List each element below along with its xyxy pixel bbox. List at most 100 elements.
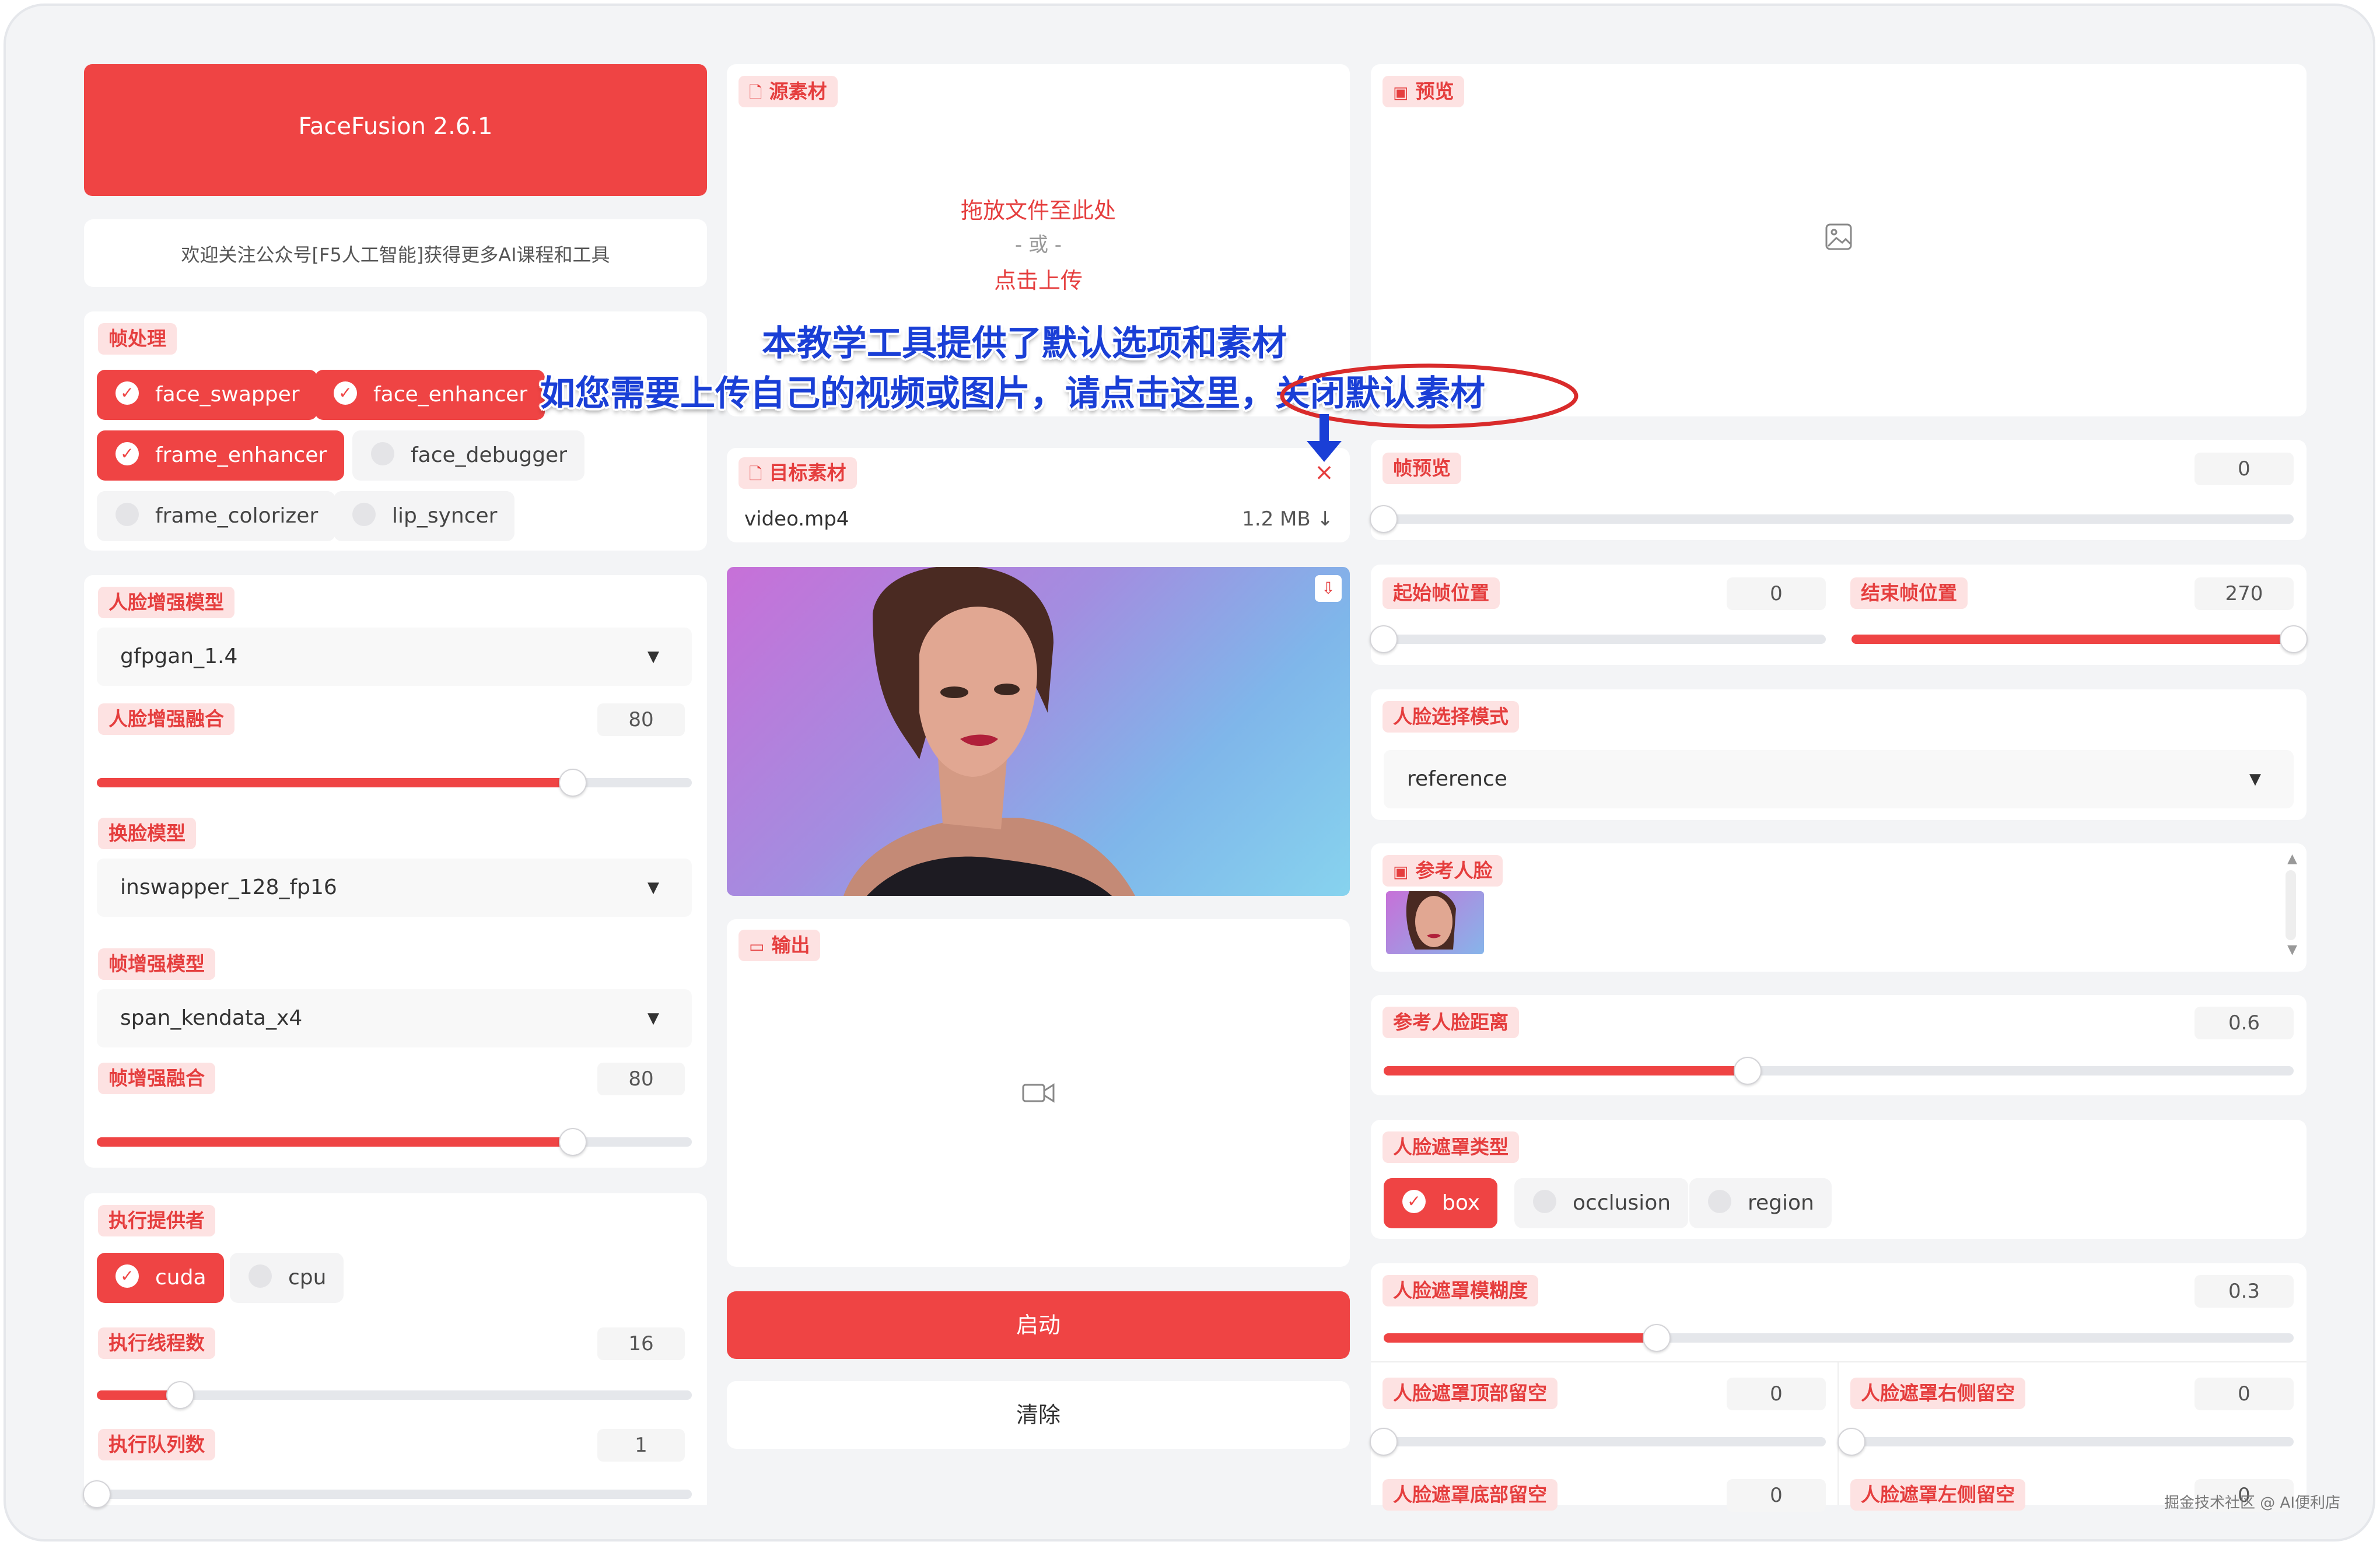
execution-queue-slider[interactable]: [83, 1480, 692, 1508]
slider-handle[interactable]: [559, 1128, 587, 1156]
app-title: FaceFusion 2.6.1: [298, 113, 493, 140]
scroll-down-icon[interactable]: ▼: [2287, 943, 2297, 957]
frame-enhancer-blend-value[interactable]: 80: [597, 1063, 685, 1095]
face-mask-padding-right-value[interactable]: 0: [2194, 1378, 2294, 1410]
frame-preview-value[interactable]: 0: [2194, 453, 2294, 485]
watermark: 掘金技术社区 @ AI便利店: [2164, 1494, 2340, 1512]
trim-start-label: 起始帧位置: [1382, 577, 1500, 609]
trim-start-value[interactable]: 0: [1727, 577, 1826, 610]
target-file-size[interactable]: 1.2 MB ↓: [1242, 507, 1334, 531]
face-mask-padding-bottom-value[interactable]: 0: [1727, 1479, 1826, 1512]
frame-enhancer-blend-slider[interactable]: [97, 1128, 692, 1156]
face-mask-padding-top-label: 人脸遮罩顶部留空: [1382, 1378, 1558, 1409]
scrollbar-track[interactable]: [2286, 870, 2296, 940]
execution-queue-value[interactable]: 1: [597, 1429, 685, 1462]
slider-handle[interactable]: [1370, 1428, 1398, 1456]
trim-end-value[interactable]: 270: [2194, 577, 2294, 610]
checkbox-occlusion[interactable]: occlusion: [1514, 1178, 1689, 1228]
unchecked-icon: [116, 503, 139, 526]
slider-handle[interactable]: [166, 1381, 194, 1409]
reference-face-panel: ▣ 参考人脸 ▲ ▼: [1371, 843, 2306, 972]
slider-handle[interactable]: [2280, 625, 2308, 653]
reference-face-thumbnail[interactable]: [1386, 891, 1484, 954]
checkbox-box[interactable]: ✓ box: [1384, 1178, 1498, 1228]
execution-threads-label: 执行线程数: [98, 1327, 215, 1359]
checkbox-face-enhancer[interactable]: ✓ face_enhancer: [315, 370, 545, 420]
checkbox-region[interactable]: region: [1689, 1178, 1832, 1228]
target-label: 🗋 目标素材: [738, 457, 857, 489]
checkbox-frame-enhancer[interactable]: ✓ frame_enhancer: [97, 430, 345, 481]
frame-preview-label: 帧预览: [1382, 453, 1461, 484]
frame-enhancer-model-select[interactable]: span_kendata_x4 ▼: [97, 989, 692, 1047]
unchecked-icon: [1708, 1190, 1731, 1213]
file-icon: 🗋: [749, 464, 762, 484]
output-panel: ▭ 输出: [727, 919, 1350, 1267]
face-enhancer-blend-slider[interactable]: [97, 769, 692, 797]
target-file-name[interactable]: video.mp4: [744, 507, 849, 531]
face-mask-settings-panel: 人脸遮罩模糊度 0.3 人脸遮罩顶部留空 0 人脸遮罩右侧留空 0 人脸遮罩底部…: [1370, 1263, 2306, 1512]
slider-handle[interactable]: [1370, 625, 1398, 653]
execution-threads-value[interactable]: 16: [597, 1327, 685, 1360]
checkbox-cpu[interactable]: cpu: [230, 1253, 344, 1303]
slider-handle[interactable]: [1370, 505, 1398, 533]
annotation-line-1: 本教学工具提供了默认选项和素材: [762, 323, 1287, 364]
execution-threads-slider[interactable]: [97, 1381, 692, 1409]
target-video-preview[interactable]: ⇩: [727, 567, 1350, 896]
app-frame: FaceFusion 2.6.1 欢迎关注公众号[F5人工智能]获得更多AI课程…: [4, 3, 2375, 1542]
check-icon: ✓: [334, 381, 357, 405]
slider-handle[interactable]: [1734, 1057, 1762, 1085]
execution-providers-label: 执行提供者: [98, 1205, 215, 1236]
image-placeholder-icon: [1825, 223, 1852, 250]
checkbox-face-swapper[interactable]: ✓ face_swapper: [97, 370, 317, 420]
or-text: - 或 -: [1014, 233, 1062, 257]
frame-preview-slider[interactable]: [1370, 505, 2294, 533]
model-settings-panel: 人脸增强模型 gfpgan_1.4 ▼ 人脸增强融合 80 换脸模型 inswap…: [84, 575, 707, 1168]
trim-start-slider[interactable]: [1370, 625, 1826, 653]
face-selector-mode-panel: 人脸选择模式 reference ▼: [1371, 689, 2306, 820]
slider-fill: [1852, 635, 2294, 644]
slider-handle[interactable]: [1838, 1428, 1866, 1456]
face-mask-padding-right-label: 人脸遮罩右侧留空: [1850, 1378, 2025, 1409]
start-button[interactable]: 启动: [727, 1291, 1350, 1359]
face-mask-types-label: 人脸遮罩类型: [1382, 1131, 1519, 1163]
face-thumbnail-image: [1406, 891, 1456, 950]
notice-text: 欢迎关注公众号[F5人工智能]获得更多AI课程和工具: [181, 244, 610, 266]
face-mask-padding-right-slider[interactable]: [1838, 1428, 2294, 1456]
slider-handle[interactable]: [559, 769, 587, 797]
video-camera-icon: [1022, 1083, 1055, 1103]
face-enhancer-model-select[interactable]: gfpgan_1.4 ▼: [97, 628, 692, 686]
checkbox-frame-colorizer[interactable]: frame_colorizer: [97, 491, 336, 541]
preview-label: ▣ 预览: [1382, 76, 1465, 107]
reference-distance-slider[interactable]: [1384, 1057, 2294, 1085]
reference-distance-value[interactable]: 0.6: [2194, 1007, 2294, 1039]
image-icon: ▣: [1393, 862, 1409, 881]
drop-text: 拖放文件至此处: [960, 198, 1116, 223]
face-enhancer-model-label: 人脸增强模型: [98, 587, 235, 618]
checkbox-cuda[interactable]: ✓ cuda: [97, 1253, 224, 1303]
checkbox-lip-syncer[interactable]: lip_syncer: [334, 491, 515, 541]
download-icon[interactable]: ⇩: [1315, 575, 1342, 602]
face-mask-blur-value[interactable]: 0.3: [2194, 1275, 2294, 1308]
face-swapper-model-select[interactable]: inswapper_128_fp16 ▼: [97, 859, 692, 917]
frame-processors-panel: 帧处理 ✓ face_swapper ✓ face_enhancer ✓ frame_…: [84, 311, 707, 551]
slider-handle[interactable]: [83, 1480, 111, 1508]
face-enhancer-blend-value[interactable]: 80: [597, 703, 685, 736]
portrait-image: [844, 567, 1135, 896]
scroll-up-icon[interactable]: ▲: [2287, 852, 2297, 866]
face-mask-padding-top-slider[interactable]: [1370, 1428, 1826, 1456]
face-selector-mode-select[interactable]: reference ▼: [1384, 750, 2294, 808]
reference-face-label: ▣ 参考人脸: [1382, 855, 1503, 887]
checkbox-face-debugger[interactable]: face_debugger: [352, 430, 584, 481]
chevron-down-icon: ▼: [648, 879, 659, 896]
clear-button[interactable]: 清除: [727, 1381, 1350, 1449]
frame-preview-panel: 帧预览 0: [1370, 440, 2306, 540]
face-mask-padding-top-value[interactable]: 0: [1727, 1378, 1826, 1410]
trim-end-slider[interactable]: [1852, 625, 2308, 653]
video-icon: ▭: [749, 937, 765, 956]
reference-distance-label: 参考人脸距离: [1382, 1007, 1519, 1038]
face-mask-blur-slider[interactable]: [1384, 1324, 2294, 1352]
face-mask-types-panel: 人脸遮罩类型 ✓ box occlusion region: [1371, 1120, 2306, 1239]
click-upload-text[interactable]: 点击上传: [727, 262, 1350, 295]
trim-end-label: 结束帧位置: [1850, 577, 1968, 609]
slider-handle[interactable]: [1643, 1324, 1671, 1352]
